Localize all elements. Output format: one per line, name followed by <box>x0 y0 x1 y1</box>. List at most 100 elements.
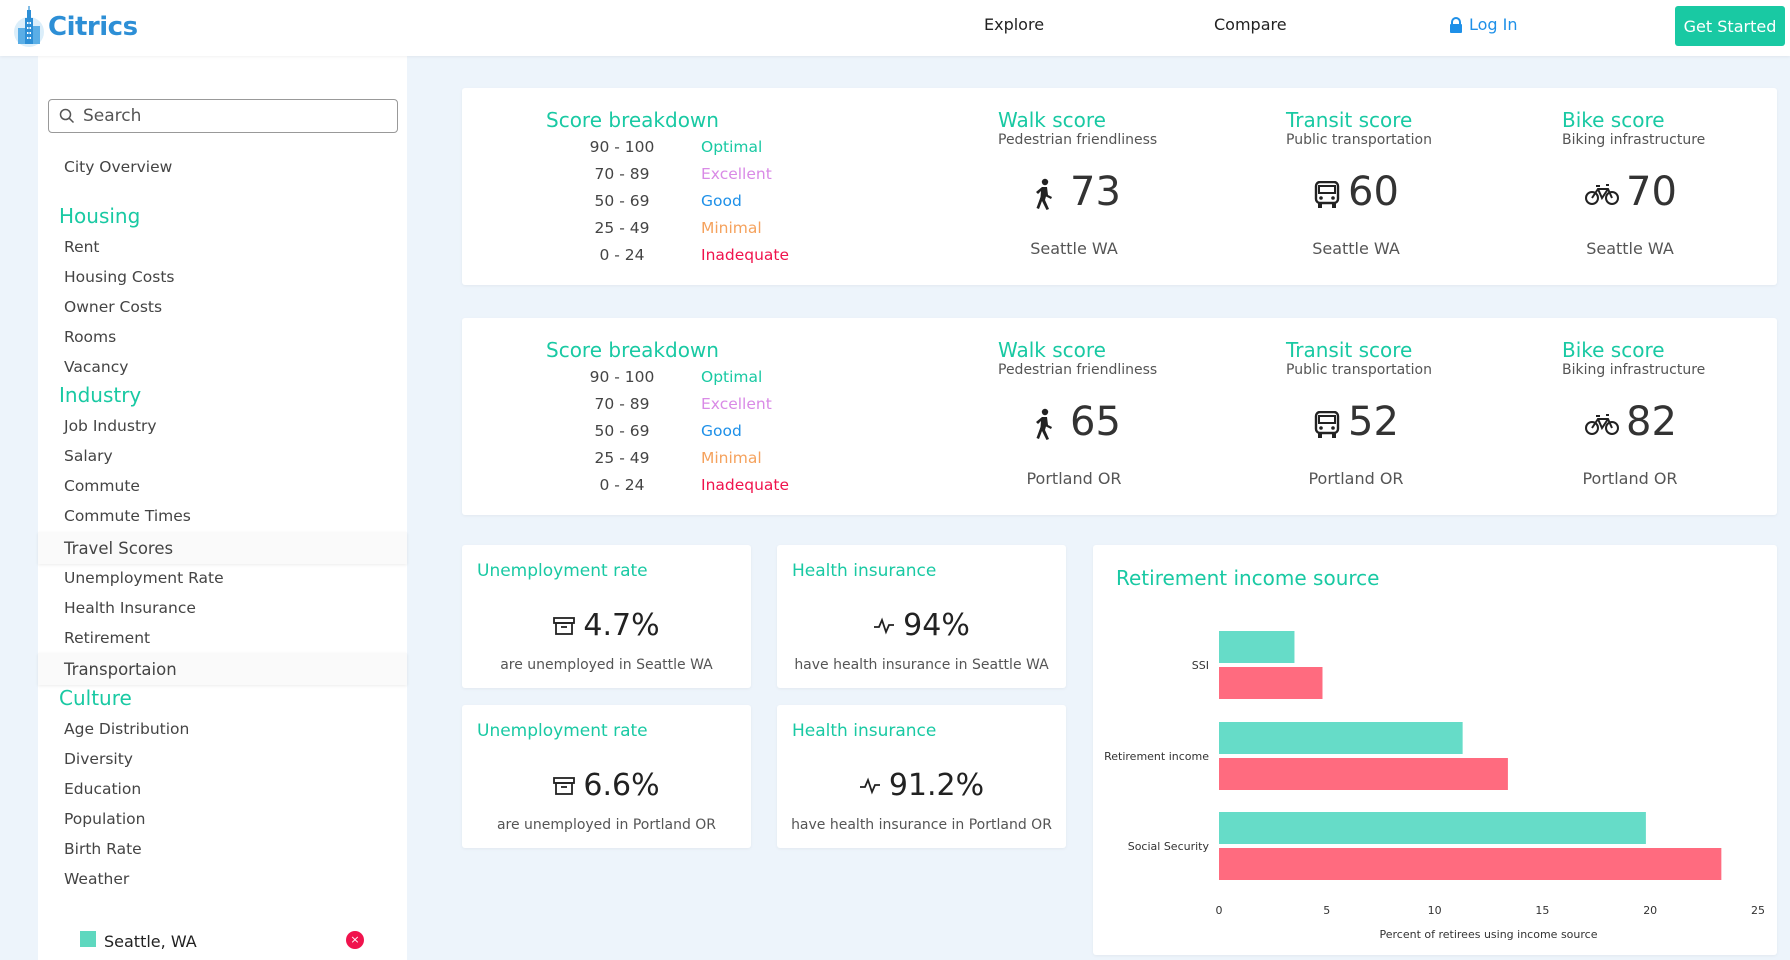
sidebar-item-retirement[interactable]: Retirement <box>64 629 150 647</box>
sidebar-item-unemployment-rate[interactable]: Unemployment Rate <box>64 569 224 587</box>
transit-score-city: Portland OR <box>1308 469 1404 488</box>
chart-bar[interactable] <box>1219 758 1508 790</box>
sidebar-item-city-overview[interactable]: City Overview <box>64 158 172 176</box>
chart-bar[interactable] <box>1219 848 1722 880</box>
sidebar-section-housing[interactable]: Housing <box>59 204 140 228</box>
sidebar-item-job-industry[interactable]: Job Industry <box>64 417 157 435</box>
x-tick-label: 10 <box>1428 904 1442 917</box>
nav-explore[interactable]: Explore <box>984 15 1044 34</box>
card-title: Health insurance <box>792 561 937 581</box>
city-color-swatch <box>80 931 96 947</box>
breakdown-range: 25 - 49 <box>594 449 650 467</box>
sidebar-item-diversity[interactable]: Diversity <box>64 750 133 768</box>
activity-pulse-icon <box>859 776 880 795</box>
walk-score-title: Walk score <box>998 338 1106 362</box>
walk-score-value: 65 <box>1070 399 1121 445</box>
bike-score-subtitle: Biking infrastructure <box>1562 362 1706 378</box>
breakdown-range: 25 - 49 <box>594 219 650 237</box>
health-insurance-card-portland: Health insurance 91.2% have health insur… <box>777 705 1066 848</box>
unemployment-card-seattle: Unemployment rate 4.7% are unemployed in… <box>462 545 751 688</box>
sidebar-item-birth-rate[interactable]: Birth Rate <box>64 840 142 858</box>
search-box[interactable] <box>48 99 398 133</box>
sidebar-item-weather[interactable]: Weather <box>64 870 129 888</box>
card-description: have health insurance in Portland OR <box>791 817 1052 833</box>
sidebar-item-travel-scores[interactable]: Travel Scores <box>64 539 173 558</box>
transit-score-title: Transit score <box>1286 108 1413 132</box>
bicycle-icon <box>1585 414 1619 435</box>
sidebar: City Overview Housing Rent Housing Costs… <box>38 56 407 960</box>
sidebar-item-salary[interactable]: Salary <box>64 447 113 465</box>
walking-person-icon <box>1036 408 1052 440</box>
chart-bar[interactable] <box>1219 631 1295 663</box>
remove-city-icon[interactable]: × <box>346 931 364 949</box>
logo[interactable]: Citrics <box>12 6 138 48</box>
breakdown-range: 90 - 100 <box>589 368 655 386</box>
bike-score-subtitle: Biking infrastructure <box>1562 132 1706 148</box>
sidebar-item-owner-costs[interactable]: Owner Costs <box>64 298 162 316</box>
breakdown-range: 0 - 24 <box>599 476 645 494</box>
card-title: Unemployment rate <box>477 721 648 741</box>
breakdown-range: 90 - 100 <box>589 138 655 156</box>
x-tick-label: 5 <box>1323 904 1330 917</box>
activity-pulse-icon <box>874 616 895 635</box>
travel-scores-panel-portland: Score breakdown 90 - 100 Optimal 70 - 89… <box>462 318 1777 515</box>
transit-score-city: Seattle WA <box>1312 239 1400 258</box>
transit-score-subtitle: Public transportation <box>1286 362 1432 378</box>
sidebar-item-age-distribution[interactable]: Age Distribution <box>64 720 189 738</box>
x-tick-label: 20 <box>1643 904 1657 917</box>
transit-score-value: 60 <box>1348 169 1399 215</box>
sidebar-item-health-insurance[interactable]: Health Insurance <box>64 599 196 617</box>
walk-score-title: Walk score <box>998 108 1106 132</box>
sidebar-item-commute[interactable]: Commute <box>64 477 140 495</box>
sidebar-item-housing-costs[interactable]: Housing Costs <box>64 268 174 286</box>
travel-scores-panel-seattle: Score breakdown 90 - 100 Optimal 70 - 89… <box>462 88 1777 285</box>
bicycle-icon <box>1585 184 1619 205</box>
unemployment-value: 4.7% <box>583 608 660 643</box>
walk-score-city: Portland OR <box>1026 469 1122 488</box>
sidebar-item-rooms[interactable]: Rooms <box>64 328 116 346</box>
card-description: are unemployed in Seattle WA <box>500 657 713 673</box>
sidebar-item-commute-times[interactable]: Commute Times <box>64 507 191 525</box>
nav-compare[interactable]: Compare <box>1214 15 1287 34</box>
score-breakdown-title: Score breakdown <box>546 108 719 132</box>
card-description: have health insurance in Seattle WA <box>794 657 1049 673</box>
sidebar-section-culture[interactable]: Culture <box>59 686 132 710</box>
login-link[interactable]: Log In <box>1449 15 1518 34</box>
sidebar-item-education[interactable]: Education <box>64 780 141 798</box>
health-insurance-value: 94% <box>903 608 970 643</box>
sidebar-item-population[interactable]: Population <box>64 810 145 828</box>
breakdown-range: 50 - 69 <box>594 422 650 440</box>
sidebar-section-industry[interactable]: Industry <box>59 383 141 407</box>
sidebar-item-rent[interactable]: Rent <box>64 238 100 256</box>
city-building-icon <box>14 6 44 47</box>
search-input[interactable] <box>83 106 383 126</box>
bike-score-title: Bike score <box>1562 108 1665 132</box>
chart-bar[interactable] <box>1219 667 1323 699</box>
sidebar-item-transportation[interactable]: Transportaion <box>64 660 177 679</box>
bike-score-city: Portland OR <box>1582 469 1678 488</box>
transit-score-value: 52 <box>1348 399 1399 445</box>
login-label: Log In <box>1469 15 1518 34</box>
bus-icon <box>1314 411 1340 438</box>
walk-score-value: 73 <box>1070 169 1121 215</box>
bike-score-city: Seattle WA <box>1586 239 1674 258</box>
card-value-row: 6.6% <box>462 768 751 803</box>
walk-score-city: Seattle WA <box>1030 239 1118 258</box>
breakdown-label-minimal: Minimal <box>701 449 762 467</box>
breakdown-label-minimal: Minimal <box>701 219 762 237</box>
chart-bar[interactable] <box>1219 812 1646 844</box>
x-tick-label: 25 <box>1751 904 1765 917</box>
top-navbar: Citrics Explore Compare Log In Get Start… <box>0 0 1790 56</box>
breakdown-label-optimal: Optimal <box>701 138 763 156</box>
health-insurance-value: 91.2% <box>888 768 985 803</box>
breakdown-label-good: Good <box>701 422 742 440</box>
get-started-button[interactable]: Get Started <box>1675 6 1785 46</box>
retirement-income-chart: SSI Retirement income Social Security 0 5 10 1… <box>1104 631 1765 941</box>
breakdown-range: 50 - 69 <box>594 192 650 210</box>
chart-bar[interactable] <box>1219 722 1463 754</box>
card-value-row: 4.7% <box>462 608 751 643</box>
card-value-row: 94% <box>777 608 1066 643</box>
sidebar-item-vacancy[interactable]: Vacancy <box>64 358 128 376</box>
x-tick-label: 0 <box>1216 904 1223 917</box>
archive-icon <box>553 616 576 635</box>
